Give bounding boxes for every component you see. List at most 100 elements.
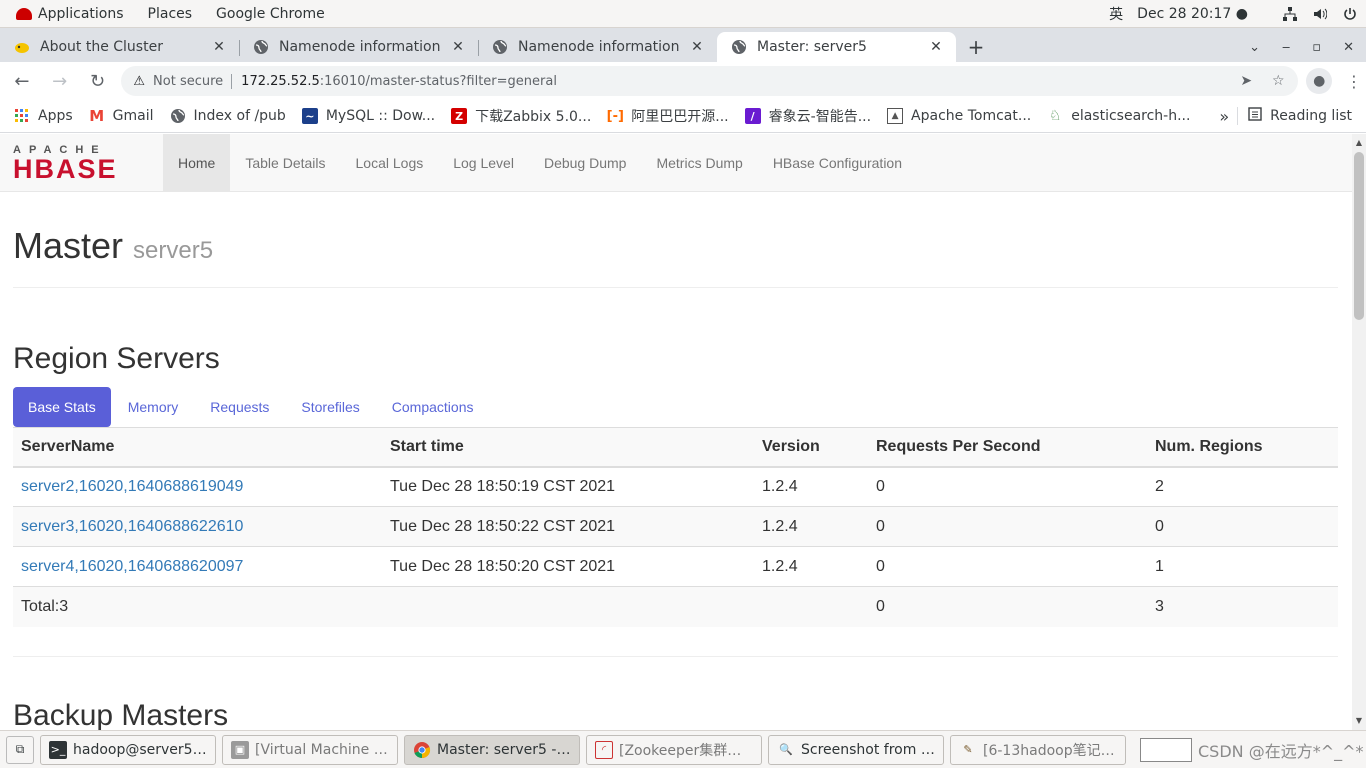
active-app-menu[interactable]: Google Chrome [208, 6, 333, 22]
bookmark-alibaba[interactable]: [-] 阿里巴巴开源... [599, 106, 736, 126]
bookmark-star-icon[interactable]: ☆ [1266, 69, 1290, 93]
nav-home[interactable]: Home [163, 134, 231, 192]
scroll-down-arrow-icon[interactable]: ▼ [1352, 714, 1366, 728]
close-icon[interactable]: ✕ [928, 39, 944, 55]
taskbar-item-vm-manager[interactable]: ▣ [Virtual Machine Man... [222, 734, 398, 765]
places-menu[interactable]: Places [140, 6, 201, 22]
bookmark-gmail[interactable]: M Gmail [81, 107, 162, 125]
globe-icon [731, 39, 747, 55]
tab-search-chevron-icon[interactable]: ⌄ [1249, 40, 1260, 55]
close-icon[interactable]: ✕ [689, 39, 705, 55]
server-link[interactable]: server2,16020,1640688619049 [21, 478, 243, 495]
page-viewport: APACHE HBASE Home Table Details Local Lo… [0, 134, 1352, 730]
scrollbar-thumb[interactable] [1354, 152, 1364, 320]
nav-local-logs[interactable]: Local Logs [341, 134, 439, 192]
address-bar[interactable]: ⚠ Not secure 172.25.52.5:16010/master-st… [121, 66, 1299, 96]
bookmark-label: Gmail [112, 108, 154, 124]
nav-hbase-configuration[interactable]: HBase Configuration [758, 134, 917, 192]
bookmark-index-pub[interactable]: Index of /pub [162, 108, 294, 124]
tab-namenode-2[interactable]: Namenode information ✕ [478, 32, 717, 62]
taskbar-label: Master: server5 - Go... [437, 741, 571, 758]
show-desktop-icon[interactable]: ⧉ [6, 735, 34, 764]
tab-storefiles[interactable]: Storefiles [286, 387, 374, 427]
forward-arrow-icon[interactable]: → [44, 65, 76, 97]
clock[interactable]: Dec 28 20:17 ● [1137, 6, 1248, 22]
nav-debug-dump[interactable]: Debug Dump [529, 134, 642, 192]
taskbar-item-chrome[interactable]: Master: server5 - Go... [404, 734, 580, 765]
version-cell: 1.2.4 [754, 466, 868, 507]
server-link[interactable]: server4,16020,1640688620097 [21, 558, 243, 575]
maximize-icon[interactable]: ▫ [1312, 40, 1321, 55]
tab-compactions[interactable]: Compactions [377, 387, 489, 427]
bookmark-elasticsearch[interactable]: ♘ elasticsearch-h... [1039, 108, 1198, 124]
taskbar-item-screenshot[interactable]: 🔍 Screenshot from 20... [768, 734, 944, 765]
taskbar-label: [Virtual Machine Man... [255, 741, 389, 758]
nav-table-details[interactable]: Table Details [230, 134, 340, 192]
browser-toolbar: ← → ↻ ⚠ Not secure 172.25.52.5:16010/mas… [0, 62, 1366, 100]
hbase-logo[interactable]: APACHE HBASE [13, 143, 153, 183]
server-name-cell: server2,16020,1640688619049 [13, 466, 382, 507]
power-icon[interactable] [1342, 7, 1358, 21]
tab-namenode-1[interactable]: Namenode information ✕ [239, 32, 478, 62]
page-scrollbar[interactable]: ▲ ▼ [1352, 134, 1366, 730]
back-arrow-icon[interactable]: ← [6, 65, 38, 97]
applications-label: Applications [38, 5, 124, 22]
gmail-icon: M [89, 107, 105, 125]
tab-title: Namenode information [518, 39, 680, 55]
bookmark-apps[interactable]: Apps [0, 108, 81, 124]
bookmark-ruixiang[interactable]: / 睿象云-智能告... [737, 106, 879, 126]
regions-cell: 2 [1147, 466, 1338, 507]
tab-base-stats[interactable]: Base Stats [13, 387, 111, 427]
tab-master-server5[interactable]: Master: server5 ✕ [717, 32, 956, 62]
network-icon[interactable] [1282, 6, 1298, 21]
url-path: :16010/master-status?filter=general [319, 73, 557, 89]
taskbar-label: [Zookeeper集群至少... [619, 742, 753, 759]
reading-list-button[interactable]: Reading list [1237, 107, 1366, 125]
reload-icon[interactable]: ↻ [82, 65, 114, 97]
hadoop-favicon-icon [14, 39, 30, 55]
close-icon[interactable]: ✕ [211, 39, 227, 55]
warning-triangle-icon[interactable]: ⚠ [133, 74, 145, 89]
bookmarks-bar: Apps M Gmail Index of /pub ~ MySQL :: Do… [0, 100, 1366, 133]
bookmark-zabbix[interactable]: Z 下载Zabbix 5.0... [443, 106, 599, 126]
new-tab-button[interactable]: + [956, 32, 996, 62]
notification-dot-icon: ● [1235, 5, 1248, 22]
tab-about-cluster[interactable]: About the Cluster ✕ [0, 32, 239, 62]
column-header: Version [754, 427, 868, 468]
url-host: 172.25.52.5 [241, 73, 320, 89]
tab-memory[interactable]: Memory [113, 387, 194, 427]
volume-icon[interactable] [1312, 7, 1328, 21]
profile-avatar-icon[interactable]: ● [1306, 68, 1333, 94]
workspace-switcher[interactable] [1140, 737, 1192, 762]
security-label[interactable]: Not secure [153, 73, 233, 89]
server-name-cell: server3,16020,1640688622610 [13, 506, 382, 547]
reading-list-label: Reading list [1270, 108, 1352, 124]
bookmark-mysql[interactable]: ~ MySQL :: Dow... [294, 108, 443, 124]
minimize-icon[interactable]: ‒ [1282, 40, 1290, 55]
send-icon[interactable]: ➤ [1234, 69, 1258, 93]
nav-log-level[interactable]: Log Level [438, 134, 529, 192]
nav-metrics-dump[interactable]: Metrics Dump [641, 134, 757, 192]
window-close-icon[interactable]: ✕ [1343, 40, 1354, 55]
table-header-row: ServerName Start time Version Requests P… [13, 427, 1338, 468]
scroll-up-arrow-icon[interactable]: ▲ [1352, 136, 1366, 150]
kebab-menu-icon[interactable]: ⋮ [1342, 72, 1366, 91]
server-link[interactable]: server3,16020,1640688622610 [21, 518, 243, 535]
text-editor-icon: ✎ [963, 743, 973, 756]
region-servers-table: ServerName Start time Version Requests P… [13, 427, 1338, 627]
taskbar-item-terminal[interactable]: >_ hadoop@server5:~/h... [40, 734, 216, 765]
tab-requests[interactable]: Requests [195, 387, 284, 427]
bookmark-label: 下载Zabbix 5.0... [475, 109, 592, 125]
csdn-watermark: CSDN @在远方*^_^* [1198, 741, 1364, 761]
more-bookmarks-chevron-icon[interactable]: » [1211, 107, 1237, 126]
tab-title: Namenode information [279, 39, 441, 55]
applications-menu[interactable]: Applications [8, 6, 132, 22]
bookmark-label: 睿象云-智能告... [768, 109, 872, 125]
input-method-indicator[interactable]: 英 [1109, 4, 1123, 24]
close-icon[interactable]: ✕ [450, 39, 466, 55]
total-empty-cell [754, 586, 868, 627]
ruixiang-icon: / [744, 108, 761, 124]
taskbar-item-text-editor[interactable]: ✎ [6-13hadoop笔记 (~/... [950, 734, 1126, 765]
taskbar-item-image-viewer[interactable]: ◜ [Zookeeper集群至少... [586, 734, 762, 765]
bookmark-tomcat[interactable]: ▲ Apache Tomcat... [879, 108, 1039, 124]
